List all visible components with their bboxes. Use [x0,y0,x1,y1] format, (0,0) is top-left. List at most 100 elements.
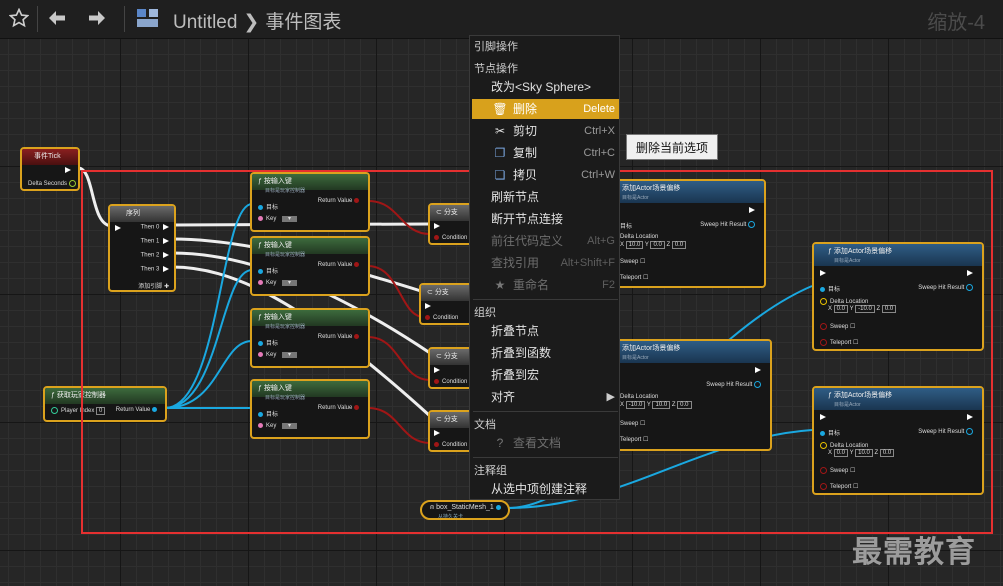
delta-xyz-fields[interactable]: X -10.0 Y 10.0 Z 0.0 [620,401,692,409]
target-pin[interactable]: 目标 [258,338,278,347]
return-value-pin[interactable]: Return Value [318,405,362,411]
is-input-key-down-node-4[interactable]: ƒ 按输入键 目标是玩家控制器 目标 Return Value Key ▾ [250,379,370,439]
menu-item-goto-code-definition[interactable]: 前往代码定义 Alt+G [472,231,619,251]
then-3-pin[interactable]: Then 3 [141,266,169,273]
menu-item-collapse-nodes[interactable]: 折叠节点 [472,321,619,341]
star-icon[interactable] [6,5,32,31]
node-subtitle: 目标是玩家控制器 [265,252,306,258]
menu-divider [473,457,618,458]
return-value-pin[interactable]: Return Value [318,334,362,340]
exec-in-pin[interactable] [820,270,829,277]
condition-pin[interactable]: Condition [425,315,458,321]
breadcrumb-graph[interactable]: 事件图表 [265,12,341,33]
teleport-pin[interactable]: Teleport ☐ [620,436,648,443]
menu-item-copy[interactable]: ❐ 复制 Ctrl+C [472,143,619,163]
menu-item-rename[interactable]: ★ 重命名 F2 [472,275,619,295]
exec-in-pin[interactable] [434,223,443,230]
star-icon: ★ [494,278,506,292]
condition-pin[interactable]: Condition [434,442,467,448]
menu-item-delete[interactable]: 🗑 删除 Delete [472,99,619,119]
target-pin[interactable]: 目标 [820,284,840,293]
delta-location-pin[interactable]: Delta Location [620,394,658,400]
sequence-node[interactable]: 序列 Then 0 Then 1 Then 2 Then 3 添加引脚 ✚ [108,204,176,292]
exec-out-pin[interactable] [65,167,74,174]
target-pin[interactable]: 目标 [620,221,632,230]
return-value-pin[interactable]: Return Value [116,407,160,413]
target-pin[interactable]: 目标 [258,202,278,211]
key-pin[interactable]: Key ▾ [258,215,298,222]
exec-in-pin[interactable] [434,430,443,437]
delta-xyz-fields[interactable]: X 10.0 Y 0.0 Z 0.0 [620,241,687,249]
exec-in-pin[interactable] [115,225,124,232]
delta-xyz-fields[interactable]: X 0.0 Y -10.0 Z 0.0 [828,305,897,313]
exec-out-pin[interactable] [967,270,976,277]
then-0-pin[interactable]: Then 0 [141,224,169,231]
target-pin[interactable]: 目标 [258,409,278,418]
blueprint-icon[interactable] [135,5,161,31]
submenu-arrow-icon: ▶ [606,391,615,403]
return-value-pin[interactable]: Return Value [318,262,362,268]
player-index-pin[interactable]: Player Index 0 [51,407,106,416]
sweep-hit-result-pin[interactable]: Sweep Hit Result [706,381,764,388]
sweep-pin[interactable]: Sweep ☐ [620,420,645,427]
menu-item-change-to-sky-sphere[interactable]: 改为<Sky Sphere> [472,77,619,97]
sweep-hit-result-pin[interactable]: Sweep Hit Result [918,284,976,291]
exec-in-pin[interactable] [820,414,829,421]
menu-item-break-node-links[interactable]: 断开节点连接 [472,209,619,229]
exec-in-pin[interactable] [434,367,443,374]
menu-item-create-comment[interactable]: 从选中项创建注释 [472,479,619,499]
then-2-pin[interactable]: Then 2 [141,252,169,259]
sweep-pin[interactable]: Sweep ☐ [620,258,645,265]
menu-item-refresh-nodes[interactable]: 刷新节点 [472,187,619,207]
menu-item-alignment[interactable]: 对齐 ▶ [472,387,619,407]
return-value-pin[interactable]: Return Value [318,198,362,204]
key-pin[interactable]: Key ▾ [258,351,298,358]
is-input-key-down-node-3[interactable]: ƒ 按输入键 目标是玩家控制器 目标 Return Value Key ▾ [250,308,370,368]
help-icon: ? [496,436,504,450]
add-actor-offset-node-4[interactable]: ƒ 添加Actor场景偏移 目标是Actor 目标 Sweep Hit Resu… [812,386,984,495]
breadcrumb-app[interactable]: Untitled [173,12,237,33]
is-input-key-down-node-1[interactable]: ƒ 按输入键 目标是玩家控制器 目标 Return Value Key ▾ [250,172,370,232]
add-actor-offset-node-3[interactable]: 添加Actor场景偏移 目标是Actor Sweep Hit Result De… [600,339,772,451]
menu-item-collapse-to-macro[interactable]: 折叠到宏 [472,365,619,385]
sweep-pin[interactable]: Sweep ☐ [820,323,855,330]
delta-seconds-pin[interactable]: Delta Seconds [28,180,78,187]
branch-node-2[interactable]: ⊂ 分支 Condition [419,283,475,325]
teleport-pin[interactable]: Teleport ☐ [820,483,858,490]
get-player-controller-node[interactable]: ƒ 获取玩家控制器 Player Index 0 Return Value [43,386,167,422]
delta-location-pin[interactable]: Delta Location [620,234,658,240]
sweep-hit-result-pin[interactable]: Sweep Hit Result [918,428,976,435]
add-pin-button[interactable]: 添加引脚 ✚ [138,281,169,290]
copy-icon: ❐ [494,146,506,160]
target-pin[interactable]: 目标 [258,266,278,275]
node-title: ƒ 获取玩家控制器 [45,388,165,404]
static-mesh-reference-node[interactable]: ⍝ box_StaticMesh_1 从持久关卡 [420,500,510,520]
key-pin[interactable]: Key ▾ [258,279,298,286]
exec-in-pin[interactable] [425,303,434,310]
exec-out-pin[interactable] [749,207,758,214]
menu-item-view-documentation[interactable]: ? 查看文档 [472,433,619,453]
teleport-pin[interactable]: Teleport ☐ [820,339,858,346]
exec-out-pin[interactable] [967,414,976,421]
menu-item-cut[interactable]: ✂ 剪切 Ctrl+X [472,121,619,141]
then-1-pin[interactable]: Then 1 [141,238,169,245]
sweep-pin[interactable]: Sweep ☐ [820,467,855,474]
key-pin[interactable]: Key ▾ [258,422,298,429]
exec-out-pin[interactable] [755,367,764,374]
teleport-pin[interactable]: Teleport ☐ [620,274,648,281]
condition-pin[interactable]: Condition [434,235,467,241]
add-actor-offset-node-1[interactable]: 添加Actor场景偏移 目标是Actor 目标 Sweep Hit Result… [600,179,766,288]
menu-item-duplicate[interactable]: ❏ 拷贝 Ctrl+W [472,165,619,185]
forward-arrow-icon[interactable] [84,5,110,31]
event-tick-node[interactable]: 事件Tick Delta Seconds [20,147,80,191]
menu-section-comment-group: 注释组 [474,465,507,477]
is-input-key-down-node-2[interactable]: ƒ 按输入键 目标是玩家控制器 目标 Return Value Key ▾ [250,236,370,296]
sweep-hit-result-pin[interactable]: Sweep Hit Result [700,221,758,228]
add-actor-offset-node-2[interactable]: ƒ 添加Actor场景偏移 目标是Actor 目标 Sweep Hit Resu… [812,242,984,351]
menu-item-collapse-to-function[interactable]: 折叠到函数 [472,343,619,363]
target-pin[interactable]: 目标 [820,428,840,437]
menu-item-find-references[interactable]: 查找引用 Alt+Shift+F [472,253,619,273]
back-arrow-icon[interactable] [44,5,70,31]
condition-pin[interactable]: Condition [434,379,467,385]
delta-xyz-fields[interactable]: X 0.0 Y 10.0 Z 0.0 [828,449,895,457]
